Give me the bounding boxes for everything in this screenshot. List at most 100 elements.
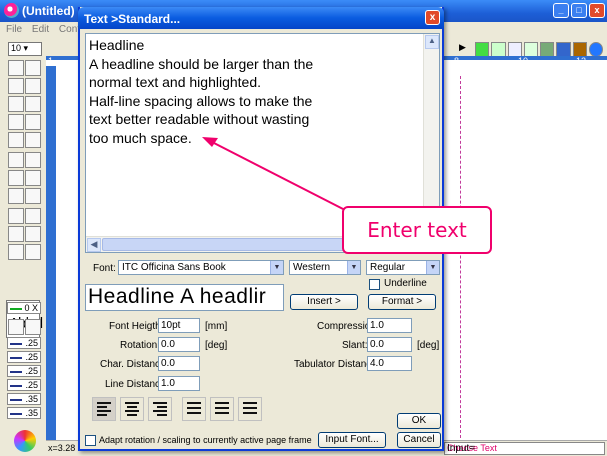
app-logo-icon-bottom — [14, 430, 36, 452]
font-select[interactable]: ITC Officina Sans Book ▼ — [118, 260, 284, 275]
ellipse-icon[interactable] — [8, 152, 24, 168]
indent-right-icon[interactable] — [210, 397, 234, 421]
maximize-icon[interactable]: □ — [571, 3, 587, 18]
status-input-label: Input= — [447, 443, 476, 454]
copy-icon[interactable] — [25, 226, 41, 242]
chevron-down-icon: ▼ — [426, 261, 439, 274]
adapt-label: Adapt rotation / scaling to currently ac… — [99, 435, 312, 445]
filter-icon[interactable] — [8, 188, 24, 204]
scale-icon[interactable] — [25, 132, 41, 148]
adapt-checkbox[interactable] — [85, 435, 96, 446]
left-toolbar: 10 ▾ Text Ab|cd 0 X .25 .25 .25 .25 — [0, 38, 46, 433]
tab-distance-field[interactable]: 4.0 — [367, 356, 412, 371]
line-width-4[interactable]: .25 — [7, 379, 41, 391]
line-distance-field[interactable]: 1.0 — [158, 376, 200, 391]
line-width-5[interactable]: .35 — [7, 393, 41, 405]
rotation-label: Rotation: — [120, 340, 161, 351]
node-icon[interactable] — [25, 60, 41, 76]
scroll-up-icon[interactable]: ▲ — [425, 35, 439, 49]
insert-button[interactable]: Insert > — [290, 294, 358, 310]
polyline-icon[interactable] — [25, 78, 41, 94]
help-icon[interactable] — [588, 42, 603, 57]
underline-label: Underline — [384, 278, 427, 289]
text-content: Headline A headline should be larger tha… — [89, 37, 314, 146]
app-logo-icon — [4, 3, 19, 18]
char-distance-field[interactable]: 0.0 — [158, 356, 200, 371]
dialog-close-icon[interactable]: x — [425, 10, 440, 25]
font-label: Font: — [93, 263, 116, 274]
image-icon[interactable] — [8, 244, 24, 260]
brush-icon[interactable] — [572, 42, 587, 57]
measure-icon[interactable] — [8, 170, 24, 186]
callout-text: Enter text — [367, 218, 467, 242]
plus-icon[interactable] — [25, 208, 41, 224]
justify-icon[interactable] — [238, 397, 262, 421]
ok-button[interactable]: OK — [397, 413, 441, 429]
zoom-value: 10 — [11, 43, 22, 53]
line-width-3[interactable]: .25 — [7, 365, 41, 377]
line-width-1[interactable]: .25 — [7, 337, 41, 349]
preview-text: Headline A headlir — [88, 285, 267, 308]
line-width-2[interactable]: .25 — [7, 351, 41, 363]
scroll-left-icon[interactable]: ◀ — [87, 238, 101, 252]
cross-icon[interactable] — [8, 114, 24, 130]
page-frame-border — [460, 76, 461, 438]
align-left-button[interactable] — [92, 397, 116, 421]
script-select[interactable]: Western ▼ — [289, 260, 361, 275]
style-select[interactable]: Regular ▼ — [366, 260, 440, 275]
menu-edit[interactable]: Edit — [32, 24, 49, 35]
bezier-icon[interactable] — [25, 96, 41, 112]
grid-icon[interactable] — [523, 42, 539, 57]
undo-icon[interactable] — [25, 152, 41, 168]
app-title: (Untitled) — [22, 4, 75, 18]
align-center-button[interactable] — [120, 397, 144, 421]
monitor-icon[interactable] — [540, 42, 555, 57]
arrow-down-icon[interactable] — [25, 319, 41, 335]
arrow-up-icon[interactable] — [8, 319, 24, 335]
zoom-select[interactable]: 10 ▾ — [8, 42, 42, 56]
line-width-0[interactable]: 0 X — [7, 302, 41, 314]
minimize-icon[interactable]: _ — [553, 3, 569, 18]
font-height-unit: [mm] — [205, 321, 228, 332]
align-icon[interactable] — [25, 188, 41, 204]
input-font-button[interactable]: Input Font... — [318, 432, 386, 448]
ruler-left — [46, 66, 56, 440]
script-select-value: Western — [293, 262, 331, 273]
group-icon[interactable] — [25, 244, 41, 260]
slant-unit: [deg] — [417, 340, 440, 351]
slant-field[interactable]: 0.0 — [367, 337, 412, 352]
line-width-6[interactable]: .35 — [7, 407, 41, 419]
rotation-field[interactable]: 0.0 — [158, 337, 200, 352]
scroll-thumb[interactable] — [102, 238, 364, 251]
line-icon[interactable] — [8, 78, 24, 94]
hand-icon[interactable] — [25, 170, 41, 186]
layers-icon[interactable] — [491, 42, 506, 57]
lock-icon[interactable] — [8, 226, 24, 242]
rect-icon[interactable] — [8, 132, 24, 148]
format-button[interactable]: Format > — [368, 294, 436, 310]
curve-icon[interactable] — [8, 96, 24, 112]
chevron-down-icon: ▼ — [270, 261, 283, 274]
menu-file[interactable]: File — [6, 24, 22, 35]
callout-box: Enter text — [342, 206, 492, 254]
indent-left-icon[interactable] — [182, 397, 206, 421]
underline-checkbox[interactable] — [369, 279, 380, 290]
play-icon[interactable]: ▶ — [459, 42, 473, 57]
font-select-value: ITC Officina Sans Book — [122, 262, 226, 273]
grid-small-icon[interactable] — [8, 208, 24, 224]
close-icon[interactable]: x — [589, 3, 605, 18]
chevron-down-icon: ▼ — [347, 261, 360, 274]
fill-icon[interactable] — [556, 42, 571, 57]
status-coordinates: x=3.28 — [48, 443, 76, 453]
select-icon[interactable] — [8, 60, 24, 76]
font-preview: Headline A headlir — [85, 284, 284, 311]
compression-field[interactable]: 1.0 — [367, 318, 412, 333]
style-select-value: Regular — [370, 262, 406, 273]
align-right-button[interactable] — [148, 397, 172, 421]
slant-label: Slant: — [342, 340, 368, 351]
corner-icon[interactable] — [25, 114, 41, 130]
triangle-icon[interactable] — [507, 42, 522, 57]
cancel-button[interactable]: Cancel — [397, 432, 441, 448]
pen-icon[interactable] — [475, 42, 490, 57]
font-height-field[interactable]: 10pt — [158, 318, 200, 333]
